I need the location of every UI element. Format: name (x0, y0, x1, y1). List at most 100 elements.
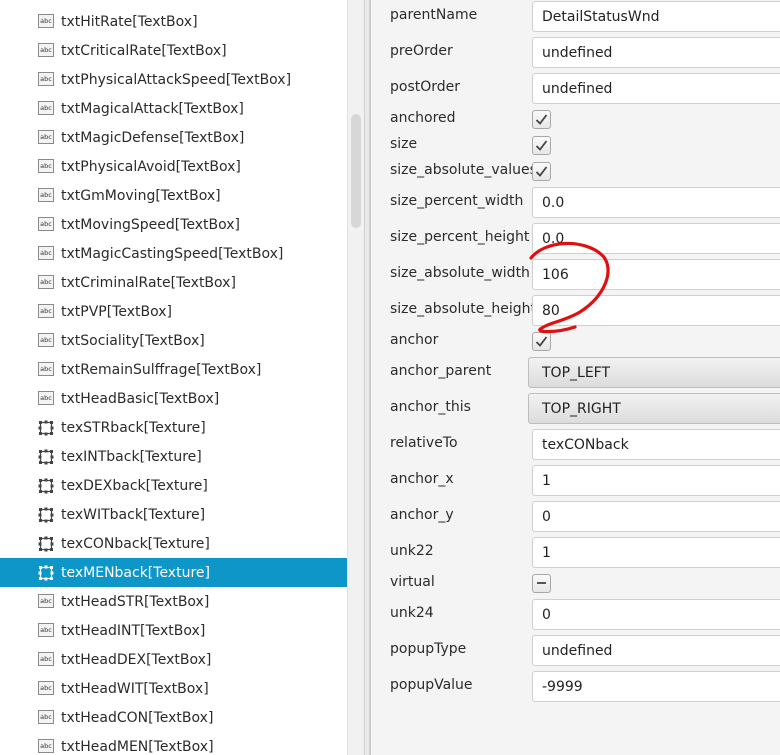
tree-view[interactable]: abc txtHitRate[TextBox] abc txtCriticalRate… (0, 0, 347, 755)
prop-field-size-percent-height[interactable]: 0.0 (532, 223, 780, 254)
prop-label-unk22: unk22 (390, 543, 434, 559)
prop-label-preorder: preOrder (390, 43, 453, 59)
tree-item-label: txtSociality[TextBox] (61, 332, 205, 349)
texture-icon (38, 536, 54, 552)
textbox-icon-text: abc (40, 597, 52, 605)
prop-field-anchor-x[interactable]: 1 (532, 465, 780, 496)
tree-item[interactable]: abc txtCriminalRate[TextBox] (0, 268, 347, 297)
tree-item-label: txtGmMoving[TextBox] (61, 187, 221, 204)
prop-field-popupvalue[interactable]: -9999 (532, 671, 780, 702)
textbox-icon: abc (38, 304, 54, 318)
textbox-icon: abc (38, 159, 54, 173)
textbox-icon: abc (38, 246, 54, 260)
textbox-icon-text: abc (40, 394, 52, 402)
tree-item-label: texINTback[Texture] (61, 448, 202, 465)
tree-item[interactable]: abc txtMagicalAttack[TextBox] (0, 94, 347, 123)
tree-item-label: txtMagicDefense[TextBox] (61, 129, 245, 146)
texture-icon (38, 478, 54, 494)
tree-item[interactable]: texINTback[Texture] (0, 442, 347, 471)
prop-checkbox-anchored[interactable] (532, 110, 551, 129)
prop-checkbox-size-absolute-values[interactable] (532, 162, 551, 181)
textbox-icon-text: abc (40, 655, 52, 663)
textbox-icon-text: abc (40, 626, 52, 634)
tree-item-label: txtMovingSpeed[TextBox] (61, 216, 240, 233)
tree-item[interactable]: abc txtCriticalRate[TextBox] (0, 36, 347, 65)
tree-item-label: txtHeadWIT[TextBox] (61, 680, 209, 697)
textbox-icon: abc (38, 101, 54, 115)
prop-label-relativeto: relativeTo (390, 435, 458, 451)
tree-item-label: txtCriticalRate[TextBox] (61, 42, 227, 59)
textbox-icon: abc (38, 72, 54, 86)
prop-field-size-absolute-height[interactable]: 80 (532, 295, 780, 326)
textbox-icon-text: abc (40, 104, 52, 112)
tree-item[interactable]: abc txtHeadINT[TextBox] (0, 616, 347, 645)
tree-item-label: texMENback[Texture] (61, 564, 210, 581)
tree-item[interactable]: abc txtMagicCastingSpeed[TextBox] (0, 239, 347, 268)
tree-item[interactable]: abc txtHeadBasic[TextBox] (0, 384, 347, 413)
tree-item[interactable]: abc txtGmMoving[TextBox] (0, 181, 347, 210)
tree-item[interactable]: abc txtPhysicalAttackSpeed[TextBox] (0, 65, 347, 94)
tree-item-label: txtMagicalAttack[TextBox] (61, 100, 244, 117)
prop-field-popuptype[interactable]: undefined (532, 635, 780, 666)
textbox-icon-text: abc (40, 133, 52, 141)
textbox-icon-text: abc (40, 713, 52, 721)
tree-item-label: txtRemainSulffrage[TextBox] (61, 361, 262, 378)
textbox-icon-text: abc (40, 742, 52, 750)
tree-item[interactable]: texCONback[Texture] (0, 529, 347, 558)
prop-field-size-absolute-width[interactable]: 106 (532, 259, 780, 290)
tree-item[interactable]: abc txtHitRate[TextBox] (0, 7, 347, 36)
textbox-icon-text: abc (40, 75, 52, 83)
tree-item[interactable]: abc txtHeadSTR[TextBox] (0, 587, 347, 616)
texture-icon (38, 420, 54, 436)
prop-checkbox-virtual[interactable] (532, 574, 551, 593)
prop-field-relativeto[interactable]: texCONback (532, 429, 780, 460)
tree-item[interactable]: texMENback[Texture] (0, 558, 347, 587)
textbox-icon: abc (38, 710, 54, 724)
tree-item[interactable]: texWITback[Texture] (0, 500, 347, 529)
tree-item[interactable]: abc txtMagicDefense[TextBox] (0, 123, 347, 152)
tree-item-label: texDEXback[Texture] (61, 477, 208, 494)
tree-item-label: texCONback[Texture] (61, 535, 210, 552)
textbox-icon: abc (38, 681, 54, 695)
tree-item-label: txtHitRate[TextBox] (61, 13, 198, 30)
tree-item[interactable]: abc txtPhysicalAvoid[TextBox] (0, 152, 347, 181)
tree-item[interactable]: abc txtSociality[TextBox] (0, 326, 347, 355)
prop-checkbox-anchor[interactable] (532, 332, 551, 351)
tree-item[interactable]: texDEXback[Texture] (0, 471, 347, 500)
textbox-icon-text: abc (40, 307, 52, 315)
textbox-icon: abc (38, 217, 54, 231)
tree-item[interactable]: abc txtHeadCON[TextBox] (0, 703, 347, 732)
tree-item[interactable]: abc txtHeadWIT[TextBox] (0, 674, 347, 703)
tree-item[interactable]: abc txtHeadMEN[TextBox] (0, 732, 347, 755)
prop-label-popuptype: popupType (390, 641, 467, 657)
tree-scrollbar[interactable] (347, 0, 364, 755)
tree-item[interactable]: texSTRback[Texture] (0, 413, 347, 442)
prop-field-size-percent-width[interactable]: 0.0 (532, 187, 780, 218)
texture-icon (38, 449, 54, 465)
tree-item-label: txtHeadBasic[TextBox] (61, 390, 220, 407)
tree-item[interactable]: abc txtHeadDEX[TextBox] (0, 645, 347, 674)
prop-label-anchor: anchor (390, 332, 439, 348)
textbox-icon-text: abc (40, 46, 52, 54)
prop-field-anchor-y[interactable]: 0 (532, 501, 780, 532)
textbox-icon: abc (38, 188, 54, 202)
prop-checkbox-size[interactable] (532, 136, 551, 155)
tree-item[interactable]: abc txtRemainSulffrage[TextBox] (0, 355, 347, 384)
texture-icon (38, 507, 54, 523)
scrollbar-thumb[interactable] (351, 114, 361, 228)
indeterminate-dash-icon (537, 582, 546, 584)
tree-item[interactable]: abc txtPVP[TextBox] (0, 297, 347, 326)
prop-combo-anchor-parent[interactable]: TOP_LEFT (528, 357, 780, 388)
prop-field-postorder[interactable]: undefined (532, 73, 780, 104)
prop-field-preorder[interactable]: undefined (532, 37, 780, 68)
textbox-icon: abc (38, 130, 54, 144)
prop-field-unk24[interactable]: 0 (532, 599, 780, 630)
textbox-icon-text: abc (40, 17, 52, 25)
prop-field-unk22[interactable]: 1 (532, 537, 780, 568)
prop-field-parentname[interactable]: DetailStatusWnd (532, 1, 780, 32)
textbox-icon: abc (38, 43, 54, 57)
prop-label-anchor-x: anchor_x (390, 471, 454, 487)
prop-label-size-absolute-height: size_absolute_height (390, 301, 536, 317)
tree-item[interactable]: abc txtMovingSpeed[TextBox] (0, 210, 347, 239)
prop-combo-anchor-this[interactable]: TOP_RIGHT (528, 393, 780, 424)
